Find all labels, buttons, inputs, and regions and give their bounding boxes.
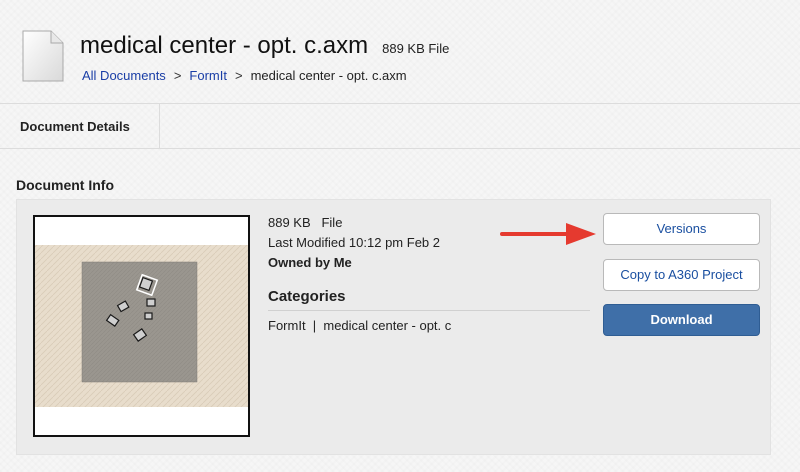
- breadcrumb-current: medical center - opt. c.axm: [250, 68, 407, 83]
- document-thumbnail[interactable]: [33, 215, 250, 437]
- breadcrumb-formit[interactable]: FormIt: [189, 68, 227, 83]
- title-row: medical center - opt. c.axm 889 KB File: [80, 32, 449, 60]
- document-title: medical center - opt. c.axm: [80, 32, 369, 59]
- tab-document-details[interactable]: Document Details: [0, 104, 160, 148]
- breadcrumb: All Documents > FormIt > medical center …: [82, 68, 407, 83]
- owner-text: Owned by Me: [268, 255, 352, 270]
- document-size-type: 889 KB File: [382, 41, 450, 56]
- last-modified-text: Last Modified 10:12 pm Feb 2: [268, 235, 440, 250]
- breadcrumb-separator: >: [234, 68, 243, 83]
- section-title: Document Info: [16, 177, 114, 193]
- copy-to-project-button[interactable]: Copy to A360 Project: [603, 259, 760, 291]
- categories-title: Categories: [268, 288, 346, 305]
- document-file-icon: [22, 30, 64, 82]
- breadcrumb-all-documents[interactable]: All Documents: [82, 68, 166, 83]
- size-type-text: 889 KB File: [268, 215, 343, 230]
- divider: [0, 148, 800, 149]
- versions-button[interactable]: Versions: [603, 213, 760, 245]
- breadcrumb-separator: >: [173, 68, 182, 83]
- document-info-text: 889 KB File Last Modified 10:12 pm Feb 2…: [268, 213, 440, 273]
- download-button[interactable]: Download: [603, 304, 760, 336]
- categories-text: FormIt | medical center - opt. c: [268, 318, 452, 333]
- divider: [268, 310, 590, 311]
- red-arrow-icon: [500, 222, 600, 246]
